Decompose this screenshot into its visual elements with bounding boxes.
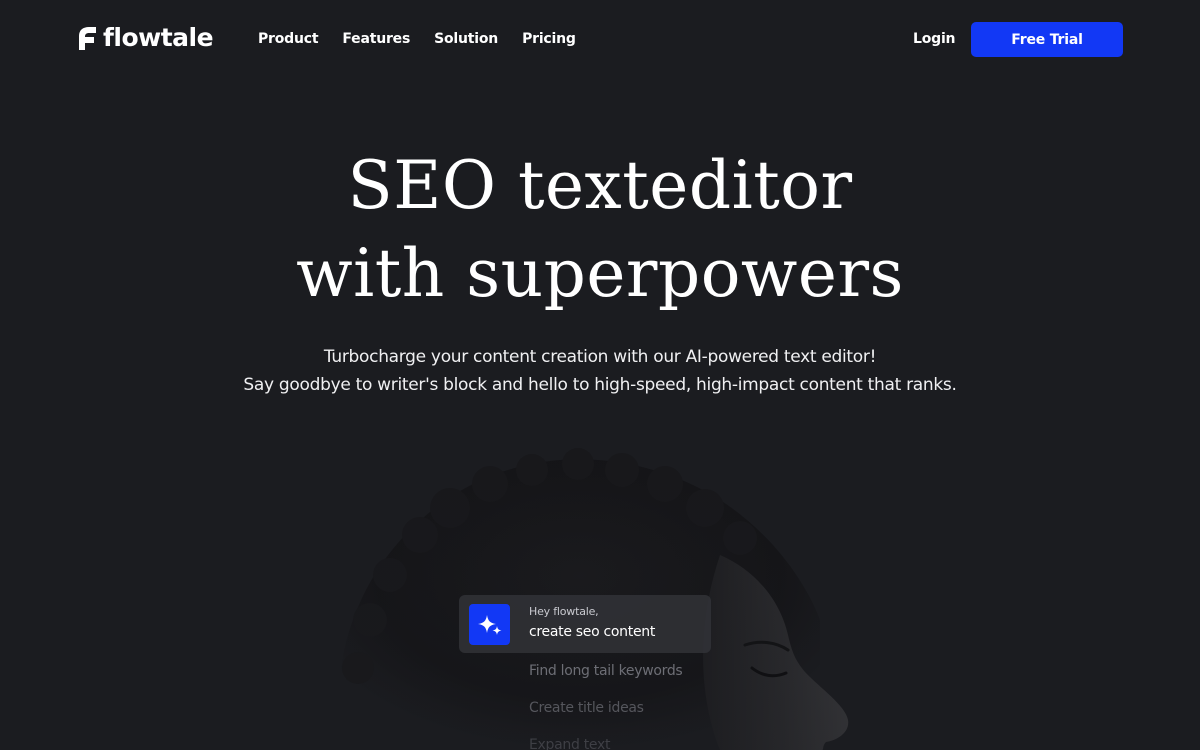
hero-subtitle-line-2: Say goodbye to writer's block and hello … [243,375,957,395]
nav-item-solution[interactable]: Solution [434,30,498,48]
suggestion-title-ideas[interactable]: Create title ideas [529,700,644,716]
suggestion-expand-text[interactable]: Expand text [529,737,610,750]
login-link[interactable]: Login [913,30,956,48]
hero-subtitle-line-1: Turbocharge your content creation with o… [323,347,877,367]
nav-item-product[interactable]: Product [258,30,319,48]
nav-item-pricing[interactable]: Pricing [522,30,576,48]
hero-title-line-2: with superpowers [296,235,904,312]
suggestion-long-tail-keywords[interactable]: Find long tail keywords [529,663,683,679]
free-trial-button[interactable]: Free Trial [971,22,1123,57]
prompt-greeting: Hey flowtale, [529,605,599,618]
main-nav: Product Features Solution Pricing [258,30,576,48]
ai-prompt-card[interactable]: Hey flowtale, create seo content [459,595,711,653]
hero-subtitle: Turbocharge your content creation with o… [0,343,1200,399]
hero-title: SEO texteditor with superpowers [0,142,1200,318]
logo[interactable]: flowtale [77,22,214,54]
logo-mark-icon [79,27,96,50]
brand-name: flowtale [103,23,214,52]
hero-title-line-1: SEO texteditor [347,147,853,224]
site-header: flowtale Product Features Solution Prici… [0,0,1200,80]
prompt-command: create seo content [529,624,656,640]
sparkle-icon [469,604,510,645]
nav-item-features[interactable]: Features [342,30,410,48]
